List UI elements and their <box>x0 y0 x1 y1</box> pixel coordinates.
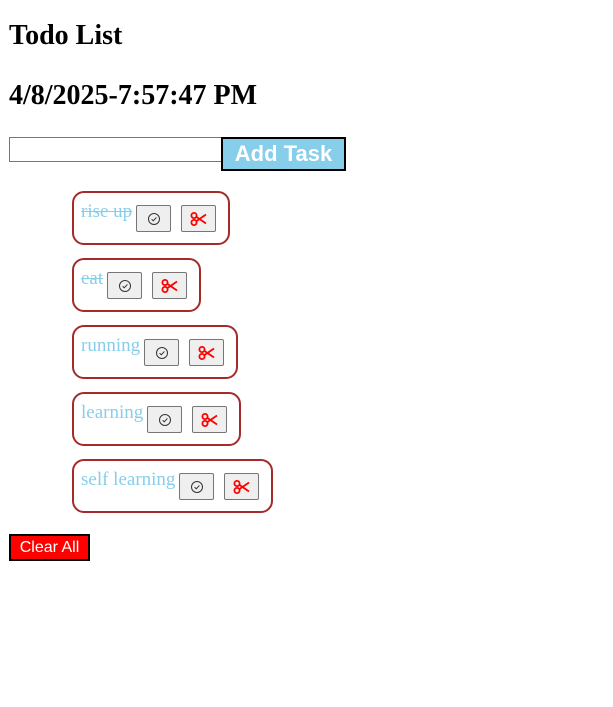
task-text: learning <box>81 402 144 423</box>
check-circle-icon <box>158 413 171 426</box>
task-item: learning <box>72 392 242 446</box>
task-item: eat <box>72 258 202 312</box>
task-text: eat <box>81 268 104 289</box>
done-button[interactable] <box>147 406 183 433</box>
scissors-icon <box>233 479 250 494</box>
check-circle-icon <box>155 346 168 359</box>
scissors-icon <box>201 412 218 427</box>
page-title: Todo List <box>9 20 123 51</box>
check-circle-icon <box>118 279 131 292</box>
clear-all-button[interactable]: Clear All <box>9 534 90 561</box>
task-text: running <box>81 335 141 356</box>
done-button[interactable] <box>144 339 180 366</box>
scissors-icon <box>161 278 178 293</box>
delete-button[interactable] <box>224 473 260 500</box>
done-button[interactable] <box>107 272 143 299</box>
check-circle-icon <box>190 480 203 493</box>
task-item: rise up <box>72 191 231 245</box>
delete-button[interactable] <box>192 406 228 433</box>
task-input[interactable] <box>9 137 223 162</box>
check-circle-icon <box>147 212 160 225</box>
task-list: rise up eat running learning self learni… <box>72 191 274 526</box>
current-datetime: 4/8/2025-7:57:47 PM <box>9 80 258 111</box>
scissors-icon <box>190 211 207 226</box>
done-button[interactable] <box>136 205 172 232</box>
done-button[interactable] <box>179 473 215 500</box>
task-text: rise up <box>81 201 133 222</box>
delete-button[interactable] <box>181 205 217 232</box>
delete-button[interactable] <box>189 339 225 366</box>
task-item: self learning <box>72 459 274 513</box>
task-item: running <box>72 325 239 379</box>
delete-button[interactable] <box>152 272 188 299</box>
task-text: self learning <box>81 469 176 490</box>
add-task-button[interactable]: Add Task <box>221 137 346 171</box>
scissors-icon <box>198 345 215 360</box>
